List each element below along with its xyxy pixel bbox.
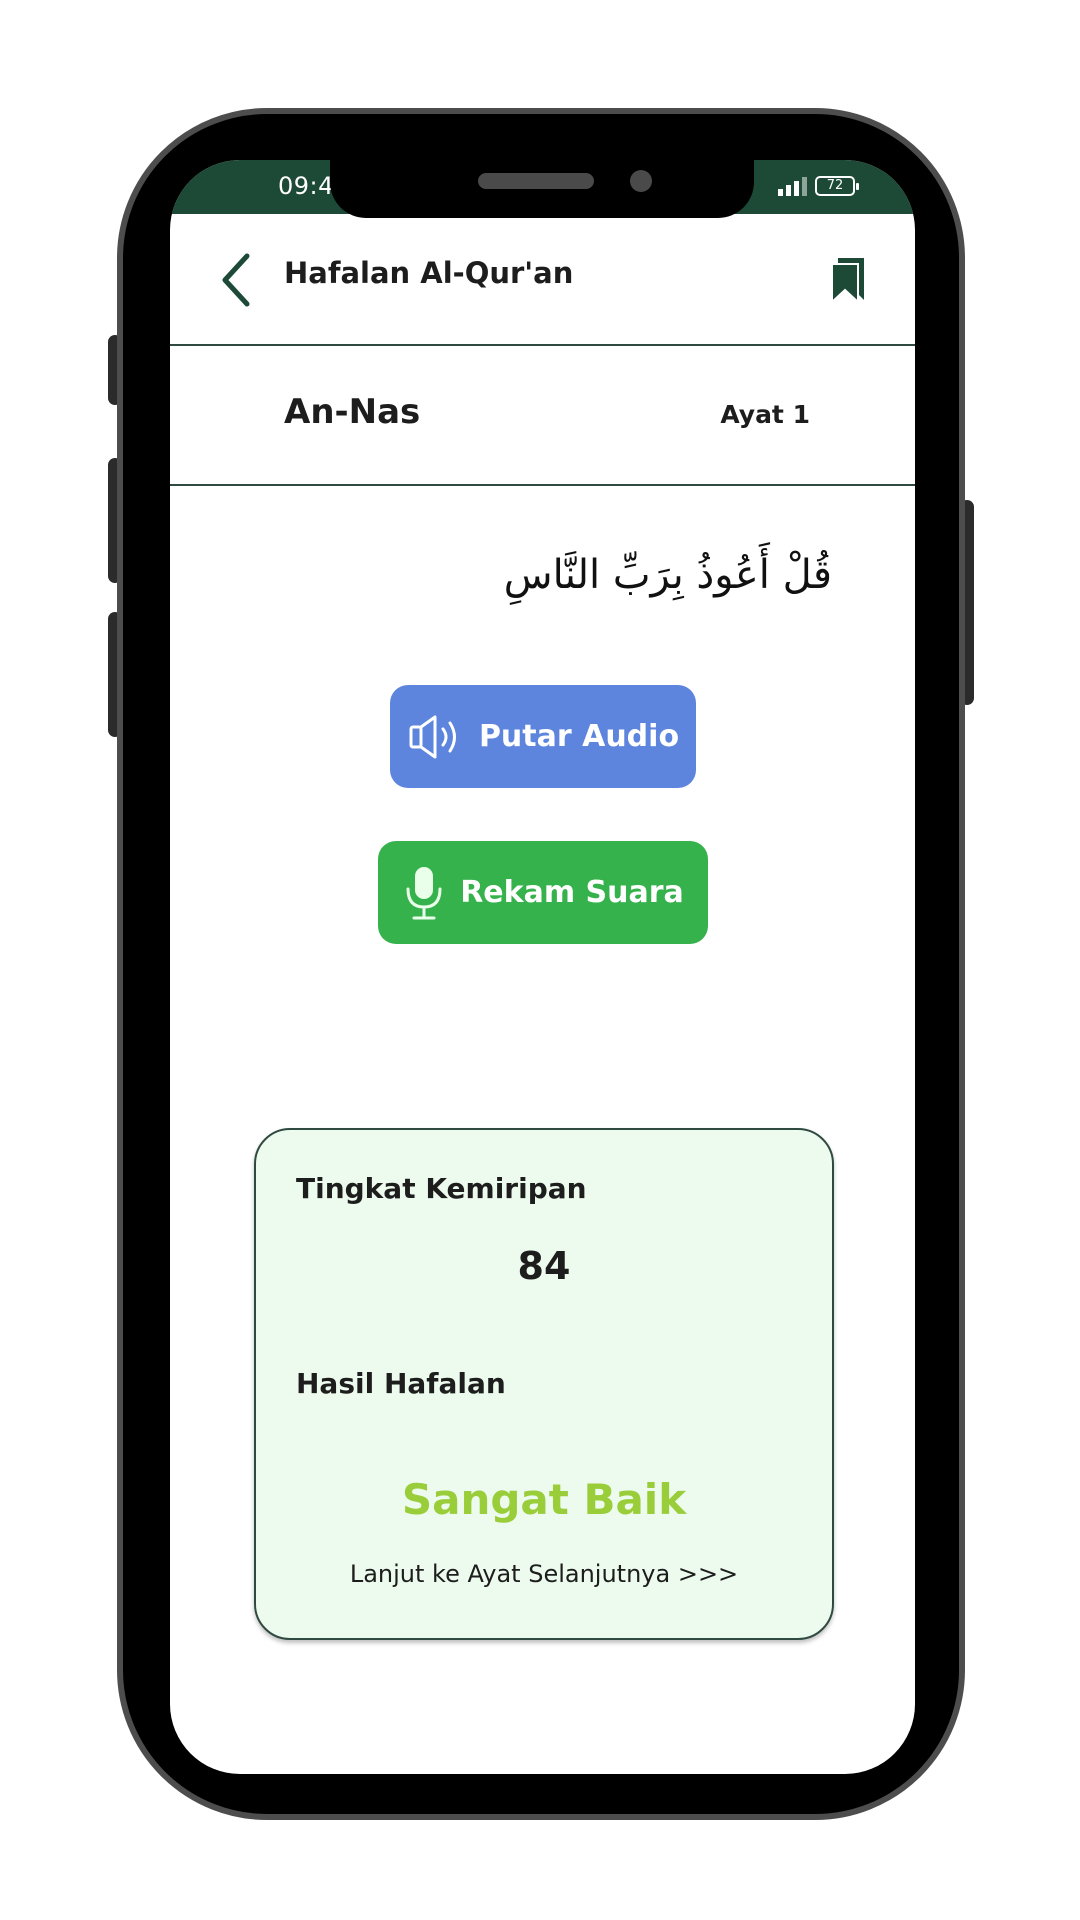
earpiece-speaker	[478, 173, 594, 189]
back-button[interactable]	[215, 250, 263, 310]
record-voice-button[interactable]: Rekam Suara	[378, 841, 708, 944]
similarity-score: 84	[517, 1244, 571, 1288]
battery-icon: 72	[815, 176, 859, 196]
bookmark-button[interactable]	[830, 256, 866, 305]
chevron-left-icon	[222, 253, 250, 307]
result-grade: Sangat Baik	[401, 1475, 687, 1524]
speaker-icon	[409, 715, 456, 758]
status-time: 09:4	[278, 172, 334, 200]
front-camera	[630, 170, 652, 192]
play-audio-button[interactable]: Putar Audio	[390, 685, 696, 788]
record-voice-label: Rekam Suara	[460, 875, 684, 910]
microphone-icon	[406, 866, 442, 919]
play-audio-label: Putar Audio	[478, 719, 680, 754]
surah-name: An-Nas	[284, 392, 421, 432]
next-verse-link[interactable]: Lanjut ke Ayat Selanjutnya >>>	[256, 1560, 832, 1588]
status-indicators: 72	[778, 176, 859, 196]
result-label: Hasil Hafalan	[296, 1367, 506, 1400]
signal-icon	[778, 176, 807, 196]
arabic-verse: قُلْ أَعُوذُ بِرَبِّ النَّاسِ	[503, 552, 832, 598]
surah-info-row: An-Nas Ayat 1	[170, 346, 915, 486]
app-header: Hafalan Al-Qur'an	[170, 214, 915, 346]
page-title: Hafalan Al-Qur'an	[284, 256, 574, 290]
similarity-label: Tingkat Kemiripan	[296, 1172, 587, 1205]
ayat-number: Ayat 1	[720, 400, 810, 429]
app-screen: 09:4 72 Hafalan Al-Qur'an An-Nas Ayat 1 …	[170, 160, 915, 1774]
device-mockup: 09:4 72 Hafalan Al-Qur'an An-Nas Ayat 1 …	[0, 0, 1080, 1920]
bookmark-icon	[831, 258, 864, 305]
result-card: Tingkat Kemiripan 84 Hasil Hafalan Sanga…	[254, 1128, 834, 1640]
